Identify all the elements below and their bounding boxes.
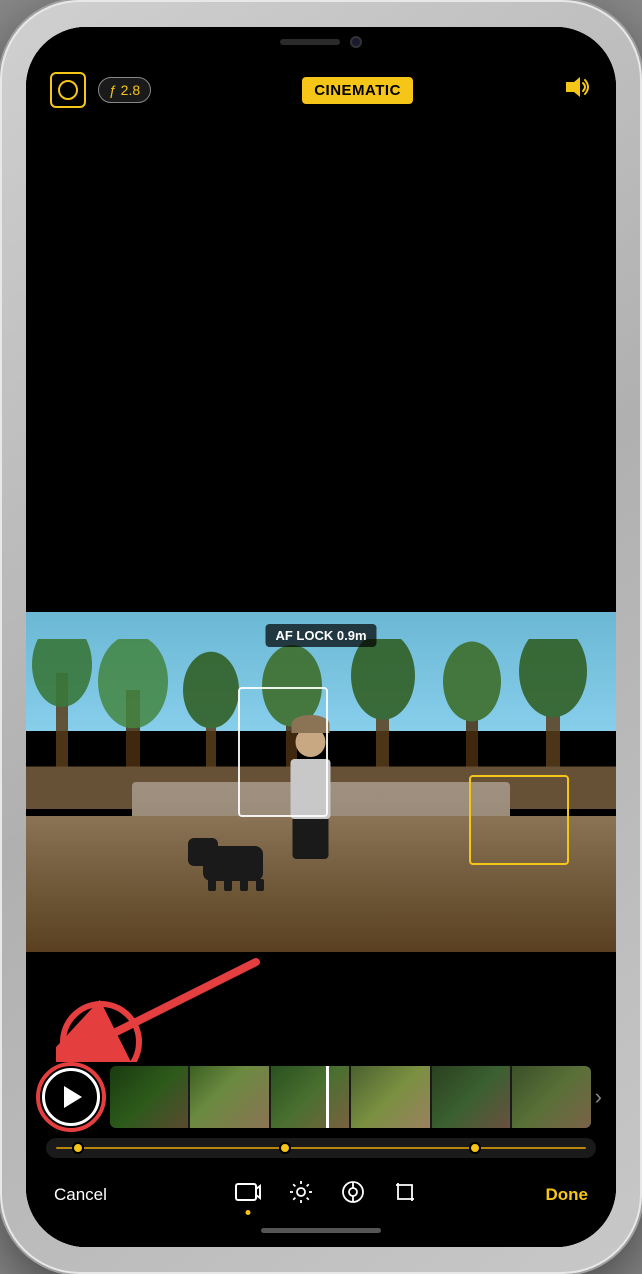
timeline-area: › — [26, 1062, 616, 1158]
person-legs — [293, 819, 329, 859]
phone-frame: ƒ 2.8 CINEMATIC — [0, 0, 642, 1274]
film-frame-6 — [512, 1066, 590, 1128]
home-indicator — [26, 1220, 616, 1247]
toolbar-left: ƒ 2.8 — [50, 72, 151, 108]
play-icon — [64, 1086, 82, 1108]
done-button[interactable]: Done — [545, 1185, 588, 1205]
focus-box-primary[interactable] — [238, 687, 328, 817]
keyframe-dot-1[interactable] — [72, 1142, 84, 1154]
dog-legs — [208, 879, 264, 891]
film-frame-4 — [351, 1066, 429, 1128]
film-frame-3 — [271, 1066, 349, 1128]
track-line — [56, 1147, 586, 1149]
sound-icon[interactable] — [564, 75, 592, 106]
filmstrip[interactable] — [110, 1066, 591, 1128]
speaker-icon — [280, 39, 340, 45]
film-frame-1 — [110, 1066, 188, 1128]
video-edit-icon[interactable] — [235, 1181, 261, 1209]
keyframe-dot-3[interactable] — [469, 1142, 481, 1154]
depth-icon[interactable] — [341, 1180, 365, 1210]
filmstrip-chevron[interactable]: › — [595, 1084, 606, 1110]
bottom-section: › Cancel — [26, 952, 616, 1247]
film-frame-5 — [432, 1066, 510, 1128]
film-frame-2 — [190, 1066, 268, 1128]
keyframe-dot-2[interactable] — [279, 1142, 291, 1154]
af-lock-label: AF LOCK 0.9m — [265, 624, 376, 647]
toolbar-icons — [235, 1180, 417, 1210]
dog-leg — [256, 879, 264, 891]
dog-leg — [240, 879, 248, 891]
phone-screen: ƒ 2.8 CINEMATIC — [26, 27, 616, 1247]
play-button[interactable] — [42, 1068, 100, 1126]
video-preview[interactable]: AF LOCK 0.9m — [26, 612, 616, 952]
annotation-arrow — [56, 952, 276, 1062]
dog-body — [203, 846, 263, 881]
screen-content: ƒ 2.8 CINEMATIC — [26, 27, 616, 1247]
video-edit-dot — [246, 1210, 251, 1215]
dog-leg — [224, 879, 232, 891]
dog-leg — [208, 879, 216, 891]
cancel-button[interactable]: Cancel — [54, 1185, 107, 1205]
arrow-area — [26, 952, 616, 1062]
bottom-toolbar: Cancel — [26, 1164, 616, 1220]
keyframe-track[interactable] — [46, 1138, 596, 1158]
notch — [241, 27, 401, 57]
black-space-top — [26, 120, 616, 612]
home-bar — [261, 1228, 381, 1233]
aperture-badge[interactable]: ƒ 2.8 — [98, 77, 151, 103]
crop-icon[interactable] — [393, 1180, 417, 1210]
front-camera-icon — [350, 36, 362, 48]
focus-icon[interactable] — [50, 72, 86, 108]
focus-box-secondary[interactable] — [469, 775, 569, 865]
timeline-scrubber[interactable] — [326, 1066, 329, 1128]
cinematic-badge[interactable]: CINEMATIC — [302, 77, 413, 104]
play-button-red-ring — [36, 1062, 106, 1132]
timeline-row: › — [36, 1062, 606, 1132]
brightness-icon[interactable] — [289, 1180, 313, 1210]
dog — [203, 836, 273, 891]
